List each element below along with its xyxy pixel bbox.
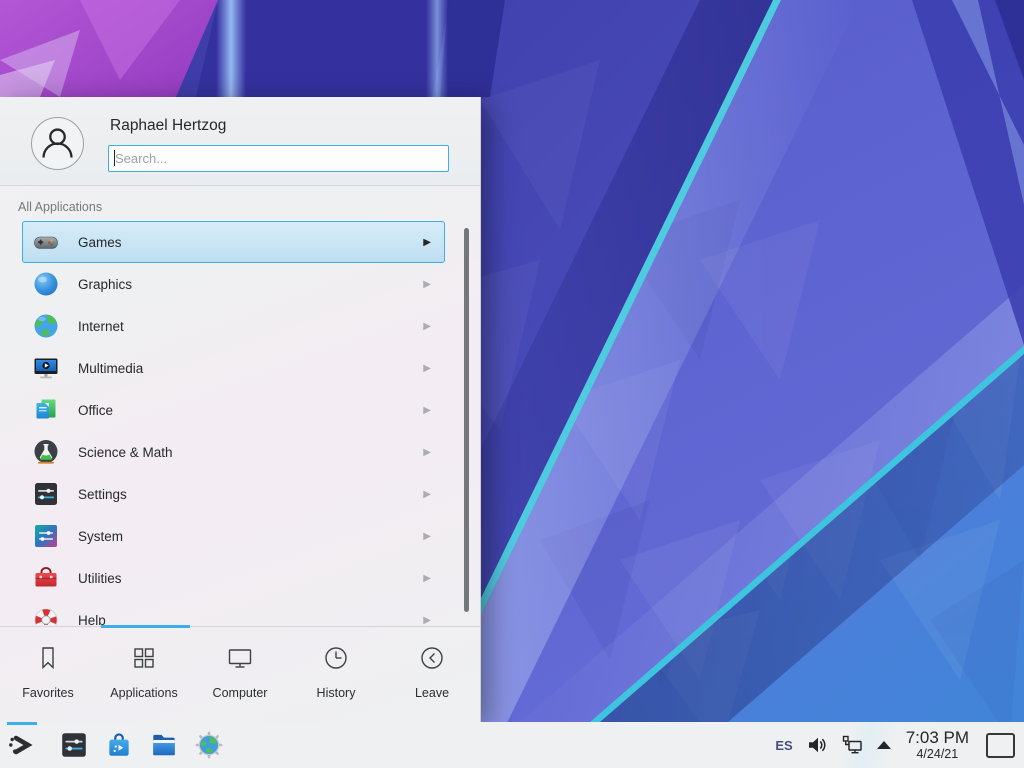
application-launcher-button[interactable] [0, 722, 44, 768]
submenu-arrow-icon: ▶ [423, 237, 431, 248]
desktop: Raphael Hertzog All Applications Games ▶ [0, 0, 1024, 768]
category-office[interactable]: Office ▶ [22, 389, 445, 431]
file-manager-icon[interactable] [149, 730, 179, 760]
volume-icon[interactable] [806, 734, 828, 756]
category-settings[interactable]: Settings ▶ [22, 473, 445, 515]
taskbar: ES 7:03 PM 4/24/21 [0, 722, 1024, 768]
clock-icon [321, 643, 351, 678]
submenu-arrow-icon: ▶ [423, 531, 431, 542]
search-input[interactable] [108, 145, 449, 172]
globe-icon [32, 312, 60, 340]
category-list: Games ▶ Graphics ▶ [22, 221, 445, 625]
user-name: Raphael Hertzog [110, 117, 226, 135]
category-graphics[interactable]: Graphics ▶ [22, 263, 445, 305]
system-icon [32, 522, 60, 550]
network-icon[interactable] [841, 734, 864, 756]
category-games[interactable]: Games ▶ [22, 221, 445, 263]
kde-launcher-icon [7, 730, 37, 760]
clock-time: 7:03 PM [906, 729, 969, 747]
system-tray: ES 7:03 PM 4/24/21 [775, 729, 1024, 761]
submenu-arrow-icon: ▶ [423, 279, 431, 290]
scrollbar[interactable] [464, 228, 469, 612]
system-settings-icon[interactable] [59, 730, 89, 760]
tab-applications[interactable]: Applications [96, 629, 192, 721]
digital-clock[interactable]: 7:03 PM 4/24/21 [906, 729, 969, 761]
category-system[interactable]: System ▶ [22, 515, 445, 557]
clock-date: 4/24/21 [906, 747, 969, 761]
category-science-math[interactable]: Science & Math ▶ [22, 431, 445, 473]
documents-icon [32, 396, 60, 424]
submenu-arrow-icon: ▶ [423, 447, 431, 458]
submenu-arrow-icon: ▶ [423, 573, 431, 584]
category-internet[interactable]: Internet ▶ [22, 305, 445, 347]
active-tab-indicator [101, 625, 190, 628]
leave-icon [417, 643, 447, 678]
submenu-arrow-icon: ▶ [423, 615, 431, 626]
show-desktop-button[interactable] [986, 733, 1015, 758]
category-utilities[interactable]: Utilities ▶ [22, 557, 445, 599]
lifebuoy-icon [32, 606, 60, 625]
submenu-arrow-icon: ▶ [423, 363, 431, 374]
discover-icon[interactable] [104, 730, 134, 760]
monitor-play-icon [32, 354, 60, 382]
launcher-tabbar: Favorites Applications Computer [0, 629, 480, 721]
submenu-arrow-icon: ▶ [423, 321, 431, 332]
gamepad-icon [32, 228, 60, 256]
grid-icon [129, 643, 159, 678]
sphere-icon [32, 270, 60, 298]
section-label: All Applications [18, 200, 102, 214]
bookmark-icon [33, 643, 63, 678]
tab-history[interactable]: History [288, 629, 384, 721]
toolbox-icon [32, 564, 60, 592]
keyboard-layout-indicator[interactable]: ES [775, 738, 792, 753]
tray-expander-arrow-icon[interactable] [877, 741, 891, 749]
tab-favorites[interactable]: Favorites [0, 629, 96, 721]
web-browser-icon[interactable] [194, 730, 224, 760]
application-launcher-popup: Raphael Hertzog All Applications Games ▶ [0, 97, 481, 722]
monitor-icon [225, 643, 255, 678]
flask-icon [32, 438, 60, 466]
submenu-arrow-icon: ▶ [423, 489, 431, 500]
category-help[interactable]: Help ▶ [22, 599, 445, 625]
text-caret [114, 150, 115, 166]
search-field[interactable] [108, 145, 449, 172]
category-multimedia[interactable]: Multimedia ▶ [22, 347, 445, 389]
submenu-arrow-icon: ▶ [423, 405, 431, 416]
tabbar-separator [0, 626, 480, 627]
active-task-indicator [7, 722, 37, 725]
tab-leave[interactable]: Leave [384, 629, 480, 721]
tab-computer[interactable]: Computer [192, 629, 288, 721]
sliders-icon [32, 480, 60, 508]
user-avatar[interactable] [31, 117, 84, 170]
launcher-header: Raphael Hertzog [0, 97, 480, 186]
